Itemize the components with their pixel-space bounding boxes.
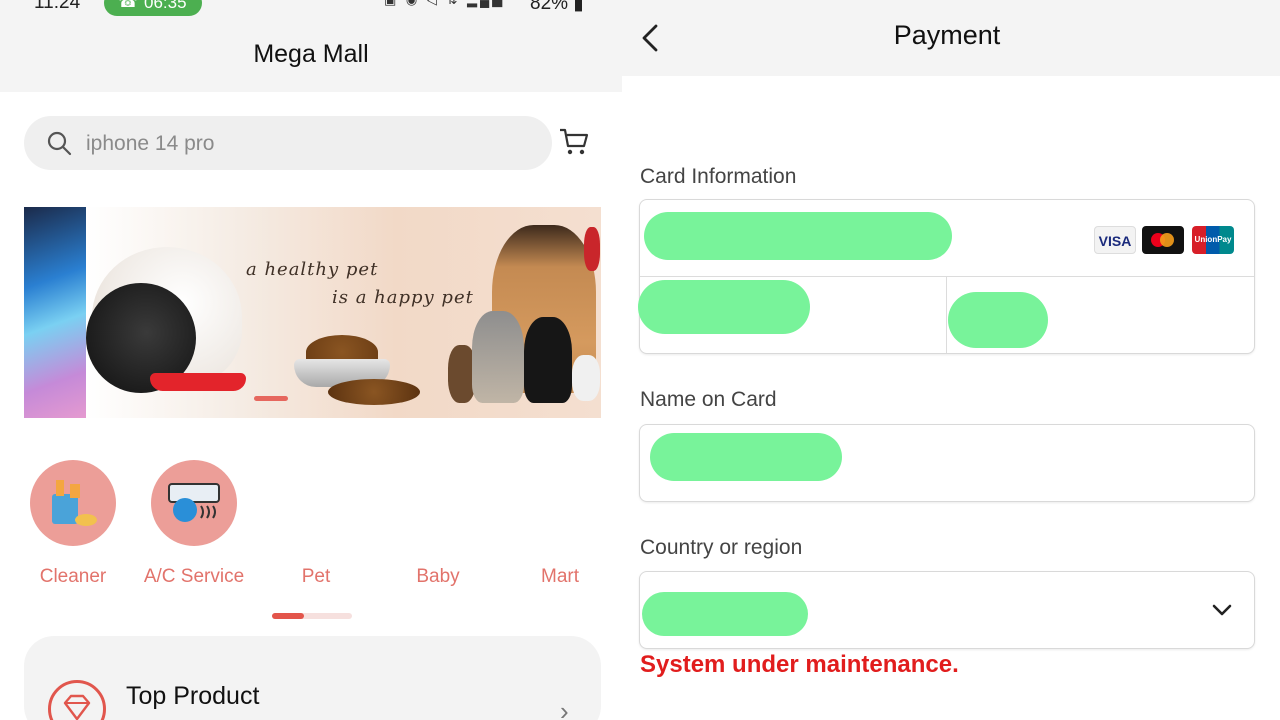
banner-page-indicator — [254, 396, 288, 401]
category-scroll-indicator-thumb — [272, 613, 304, 619]
search-icon — [47, 131, 72, 156]
category-pet[interactable]: Pet — [255, 566, 377, 588]
redacted-country — [642, 592, 808, 636]
battery-icon: ▮ — [573, 0, 584, 14]
visa-icon: VISA — [1094, 226, 1136, 254]
banner-slogan-line1: a healthy pet — [246, 259, 379, 280]
name-on-card-label: Name on Card — [640, 388, 777, 411]
error-message: System under maintenance. — [640, 651, 959, 678]
app-title: Mega Mall — [253, 40, 369, 68]
call-indicator[interactable]: ☎ 06:35 — [104, 0, 202, 16]
battery-level: 82% ▮ — [530, 0, 584, 15]
mastercard-icon — [1142, 226, 1184, 254]
top-product-card[interactable]: Top Product › — [24, 636, 601, 720]
cat-image — [472, 311, 524, 403]
category-row: Cleaner A/C Service Pet Baby Mart — [0, 460, 622, 590]
cleaning-supplies-icon[interactable] — [30, 460, 116, 546]
payment-screen: Payment Card Information VISA UnionPay N… — [622, 0, 1280, 720]
parrot-image — [584, 227, 600, 271]
call-duration: 06:35 — [144, 0, 187, 12]
card-information-label: Card Information — [640, 165, 797, 188]
country-select[interactable] — [639, 571, 1255, 649]
status-time: 11:24 — [34, 0, 81, 13]
category-mart[interactable]: Mart — [499, 566, 621, 588]
status-icons: ▣ ◉ ◁ ⇅ ▂▄▆ — [384, 0, 505, 8]
top-product-title: Top Product — [126, 682, 260, 710]
mega-mall-screen: 11:24 ☎ 06:35 ▣ ◉ ◁ ⇅ ▂▄▆ 82% ▮ Mega Mal… — [0, 0, 622, 720]
screenshot-composite: 11:24 ☎ 06:35 ▣ ◉ ◁ ⇅ ▂▄▆ 82% ▮ Mega Mal… — [0, 0, 1280, 720]
category-cleaner[interactable]: Cleaner — [12, 566, 134, 588]
country-label: Country or region — [640, 536, 803, 559]
kitten-image — [572, 355, 600, 401]
expiry-date-field[interactable] — [638, 280, 810, 334]
cart-icon[interactable] — [558, 126, 590, 158]
phone-banner-image — [24, 207, 86, 418]
banner-slogan-line2: is a happy pet — [332, 287, 474, 308]
chevron-down-icon[interactable] — [1210, 598, 1234, 622]
kibble-image — [328, 379, 420, 405]
bowl-image — [150, 373, 246, 391]
air-conditioner-icon[interactable] — [151, 460, 237, 546]
cat-image — [524, 317, 572, 403]
cvc-field[interactable] — [948, 292, 1048, 348]
category-baby[interactable]: Baby — [377, 566, 499, 588]
phone-icon: ☎ — [118, 0, 138, 11]
name-on-card-field[interactable] — [639, 424, 1255, 502]
card-information-group: VISA UnionPay — [638, 199, 1255, 354]
chevron-right-icon[interactable]: › — [560, 696, 569, 720]
category-ac-service[interactable]: A/C Service — [133, 566, 255, 588]
page-title: Payment — [893, 20, 1001, 50]
promo-banner[interactable]: a healthy pet is a happy pet — [24, 207, 601, 418]
top-bar: 11:24 ☎ 06:35 ▣ ◉ ◁ ⇅ ▂▄▆ 82% ▮ Mega Mal… — [0, 0, 622, 92]
status-bar: 11:24 ☎ 06:35 ▣ ◉ ◁ ⇅ ▂▄▆ 82% ▮ — [0, 0, 622, 18]
card-number-field[interactable] — [644, 212, 952, 260]
search-input[interactable]: iphone 14 pro — [86, 132, 214, 156]
payment-header: Payment — [622, 0, 1280, 76]
search-bar[interactable]: iphone 14 pro — [24, 116, 552, 170]
diamond-icon — [48, 680, 106, 720]
unionpay-icon: UnionPay — [1192, 226, 1234, 254]
redacted-name — [650, 433, 842, 481]
